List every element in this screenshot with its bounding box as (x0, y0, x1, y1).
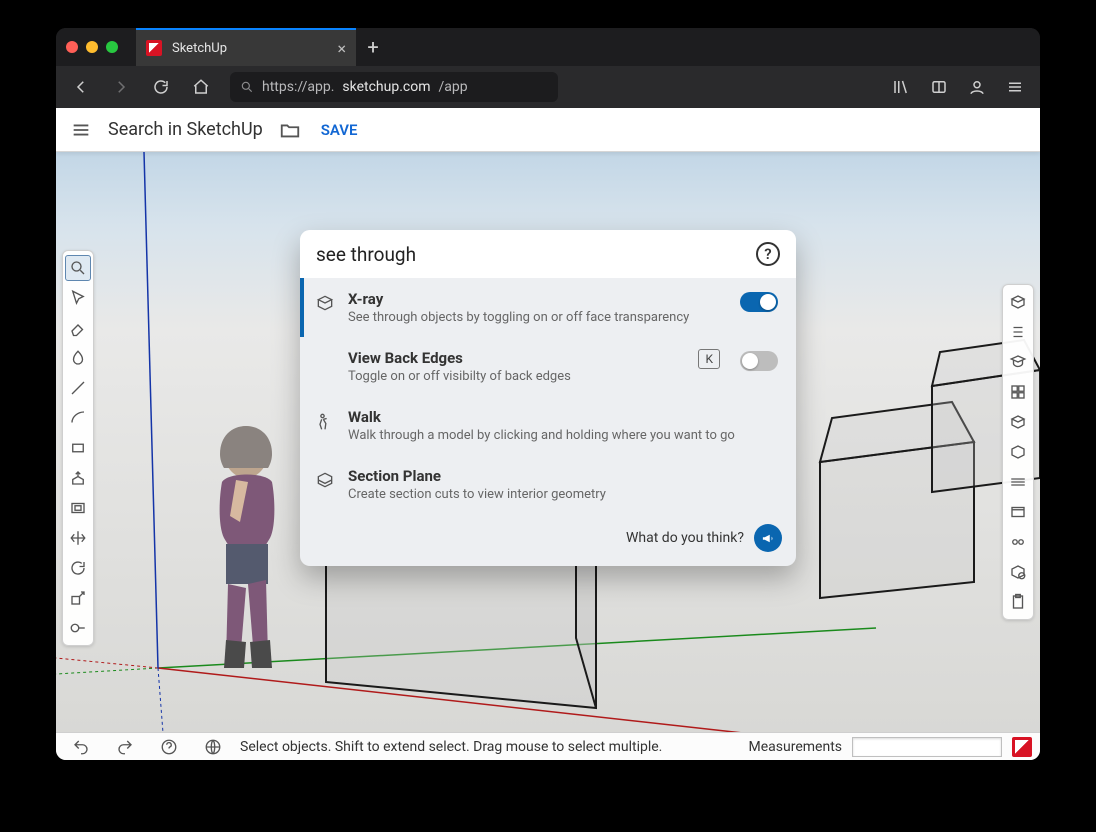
search-results-popup: ? X-ray See through objects by toggling … (300, 230, 796, 566)
feedback-label: What do you think? (626, 530, 744, 546)
measurements-input[interactable] (852, 737, 1002, 757)
components-button[interactable] (1005, 379, 1031, 405)
home-button[interactable] (184, 72, 218, 102)
sketchup-logo-icon[interactable] (1012, 737, 1032, 757)
outliner-button[interactable] (1005, 319, 1031, 345)
model-info-button[interactable] (1005, 559, 1031, 585)
close-tab-icon[interactable]: × (337, 39, 346, 58)
rotate-tool-button[interactable] (65, 555, 91, 581)
walk-icon (314, 410, 336, 432)
display-button[interactable] (1005, 529, 1031, 555)
line-tool-button[interactable] (65, 375, 91, 401)
url-prefix: https://app. (262, 79, 334, 95)
browser-toolbar: https://app. sketchup.com/app (56, 66, 1040, 108)
left-toolbar (62, 250, 94, 646)
url-suffix: /app (439, 79, 468, 95)
browser-tab[interactable]: SketchUp × (136, 28, 356, 66)
section-plane-icon (314, 469, 336, 491)
move-tool-button[interactable] (65, 525, 91, 551)
app-menu-button[interactable] (998, 72, 1032, 102)
url-field[interactable]: https://app. sketchup.com/app (230, 72, 558, 102)
main-menu-button[interactable] (64, 115, 98, 145)
pushpull-tool-button[interactable] (65, 465, 91, 491)
rectangle-tool-button[interactable] (65, 435, 91, 461)
redo-button[interactable] (108, 732, 142, 761)
tags-button[interactable] (1005, 469, 1031, 495)
result-walk[interactable]: Walk Walk through a model by clicking an… (300, 396, 796, 455)
arc-tool-button[interactable] (65, 405, 91, 431)
status-bar: Select objects. Shift to extend select. … (56, 732, 1040, 760)
xray-icon (314, 292, 336, 314)
popup-search-input[interactable] (316, 243, 746, 266)
new-tab-button[interactable]: + (356, 32, 390, 62)
back-edges-icon (314, 351, 336, 373)
tape-tool-button[interactable] (65, 615, 91, 641)
measurements-label: Measurements (749, 739, 842, 755)
close-window-icon[interactable] (66, 41, 78, 53)
back-edges-toggle[interactable] (740, 351, 778, 371)
search-icon (240, 80, 254, 94)
account-button[interactable] (960, 72, 994, 102)
browser-window: SketchUp × + https://app. sketchup.com/ap… (56, 28, 1040, 760)
result-desc: Create section cuts to view interior geo… (348, 487, 778, 502)
scale-tool-button[interactable] (65, 585, 91, 611)
reload-button[interactable] (144, 72, 178, 102)
popup-search-row: ? (300, 230, 796, 278)
undo-button[interactable] (64, 732, 98, 761)
styles-button[interactable] (1005, 439, 1031, 465)
sketchup-app: Search in SketchUp SAVE (56, 108, 1040, 760)
page-title: Search in SketchUp (108, 119, 263, 140)
result-title: Walk (348, 408, 778, 426)
window-controls (66, 41, 136, 53)
paint-tool-button[interactable] (65, 345, 91, 371)
scenes-button[interactable] (1005, 499, 1031, 525)
result-desc: Toggle on or off visibilty of back edges (348, 369, 686, 384)
save-button[interactable]: SAVE (321, 121, 358, 139)
reader-button[interactable] (922, 72, 956, 102)
status-hint: Select objects. Shift to extend select. … (240, 739, 662, 755)
open-file-button[interactable] (273, 115, 307, 145)
right-toolbar (1002, 284, 1034, 620)
instructor-button[interactable] (1005, 349, 1031, 375)
result-title: Section Plane (348, 467, 778, 485)
result-title: X-ray (348, 290, 728, 308)
language-button[interactable] (196, 732, 230, 761)
browser-tabbar: SketchUp × + (56, 28, 1040, 66)
clipboard-button[interactable] (1005, 589, 1031, 615)
zoom-window-icon[interactable] (106, 41, 118, 53)
result-title: View Back Edges (348, 349, 686, 367)
result-xray[interactable]: X-ray See through objects by toggling on… (300, 278, 796, 337)
materials-button[interactable] (1005, 409, 1031, 435)
offset-tool-button[interactable] (65, 495, 91, 521)
result-desc: See through objects by toggling on or of… (348, 310, 728, 325)
shortcut-badge: K (698, 349, 720, 369)
status-help-button[interactable] (152, 732, 186, 761)
select-tool-button[interactable] (65, 285, 91, 311)
tab-title: SketchUp (172, 41, 227, 56)
url-host: sketchup.com (342, 79, 430, 95)
minimize-window-icon[interactable] (86, 41, 98, 53)
feedback-button[interactable] (754, 524, 782, 552)
sketchup-favicon-icon (146, 40, 162, 56)
eraser-tool-button[interactable] (65, 315, 91, 341)
result-desc: Walk through a model by clicking and hol… (348, 428, 778, 443)
feedback-row: What do you think? (300, 514, 796, 566)
forward-button[interactable] (104, 72, 138, 102)
app-topbar: Search in SketchUp SAVE (56, 108, 1040, 152)
result-view-back-edges[interactable]: View Back Edges Toggle on or off visibil… (300, 337, 796, 396)
search-tool-button[interactable] (65, 255, 91, 281)
entity-info-button[interactable] (1005, 289, 1031, 315)
library-button[interactable] (884, 72, 918, 102)
help-icon[interactable]: ? (756, 242, 780, 266)
xray-toggle[interactable] (740, 292, 778, 312)
back-button[interactable] (64, 72, 98, 102)
result-section-plane[interactable]: Section Plane Create section cuts to vie… (300, 455, 796, 514)
model-viewport[interactable]: ? X-ray See through objects by toggling … (56, 152, 1040, 732)
